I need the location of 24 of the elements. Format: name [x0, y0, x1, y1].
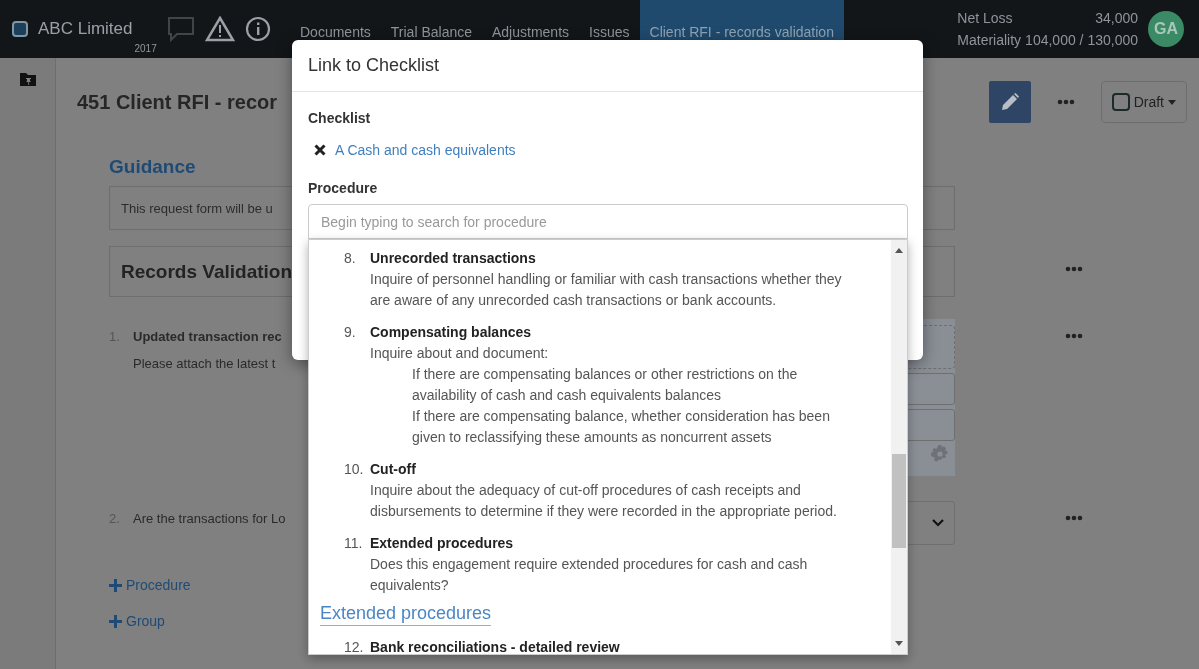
procedure-number: 10. — [344, 460, 365, 479]
procedure-number: 12. — [344, 638, 365, 654]
materiality-value: 104,000 / 130,000 — [1025, 32, 1138, 48]
item-text: Are the transactions for Lo — [133, 511, 286, 526]
dialog-title: Link to Checklist — [308, 55, 440, 76]
year-label: 2017 — [134, 43, 157, 54]
procedure-number: 9. — [344, 323, 357, 342]
materiality-label: Materiality — [957, 32, 1022, 48]
procedure-subitem: If there are compensating balance, whether consideration has been given to reclassifying these amounts as noncurrent assets — [411, 407, 831, 447]
guidance-heading: Guidance — [109, 156, 197, 178]
net-loss-label: Net Loss — [957, 10, 1014, 26]
procedure-number: 8. — [344, 249, 357, 268]
page-title: 451 Client RFI - recor — [77, 90, 278, 114]
procedure-description: Inquire about the adequacy of cut-off procedures of cash receipts and disbursements to determine if they were recorded in the appropriate period. — [370, 481, 838, 521]
procedure-description: Inquire about and document: — [370, 344, 550, 363]
net-loss-value: 34,000 — [1094, 10, 1138, 26]
item-title: Updated transaction rec — [133, 329, 282, 344]
procedure-description: Does this engagement require extended procedures for cash and cash equivalents? — [370, 555, 809, 595]
checklist-label: Checklist — [308, 110, 372, 126]
section-heading: Extended procedures — [320, 601, 492, 626]
procedure-subitem: If there are compensating balances or other restrictions on the availability of cash and cash equivalents balances — [411, 365, 799, 405]
company-name: ABC Limited — [38, 19, 133, 39]
procedure-number: 11. — [344, 534, 364, 553]
item-text: Please attach the latest t — [133, 356, 276, 371]
